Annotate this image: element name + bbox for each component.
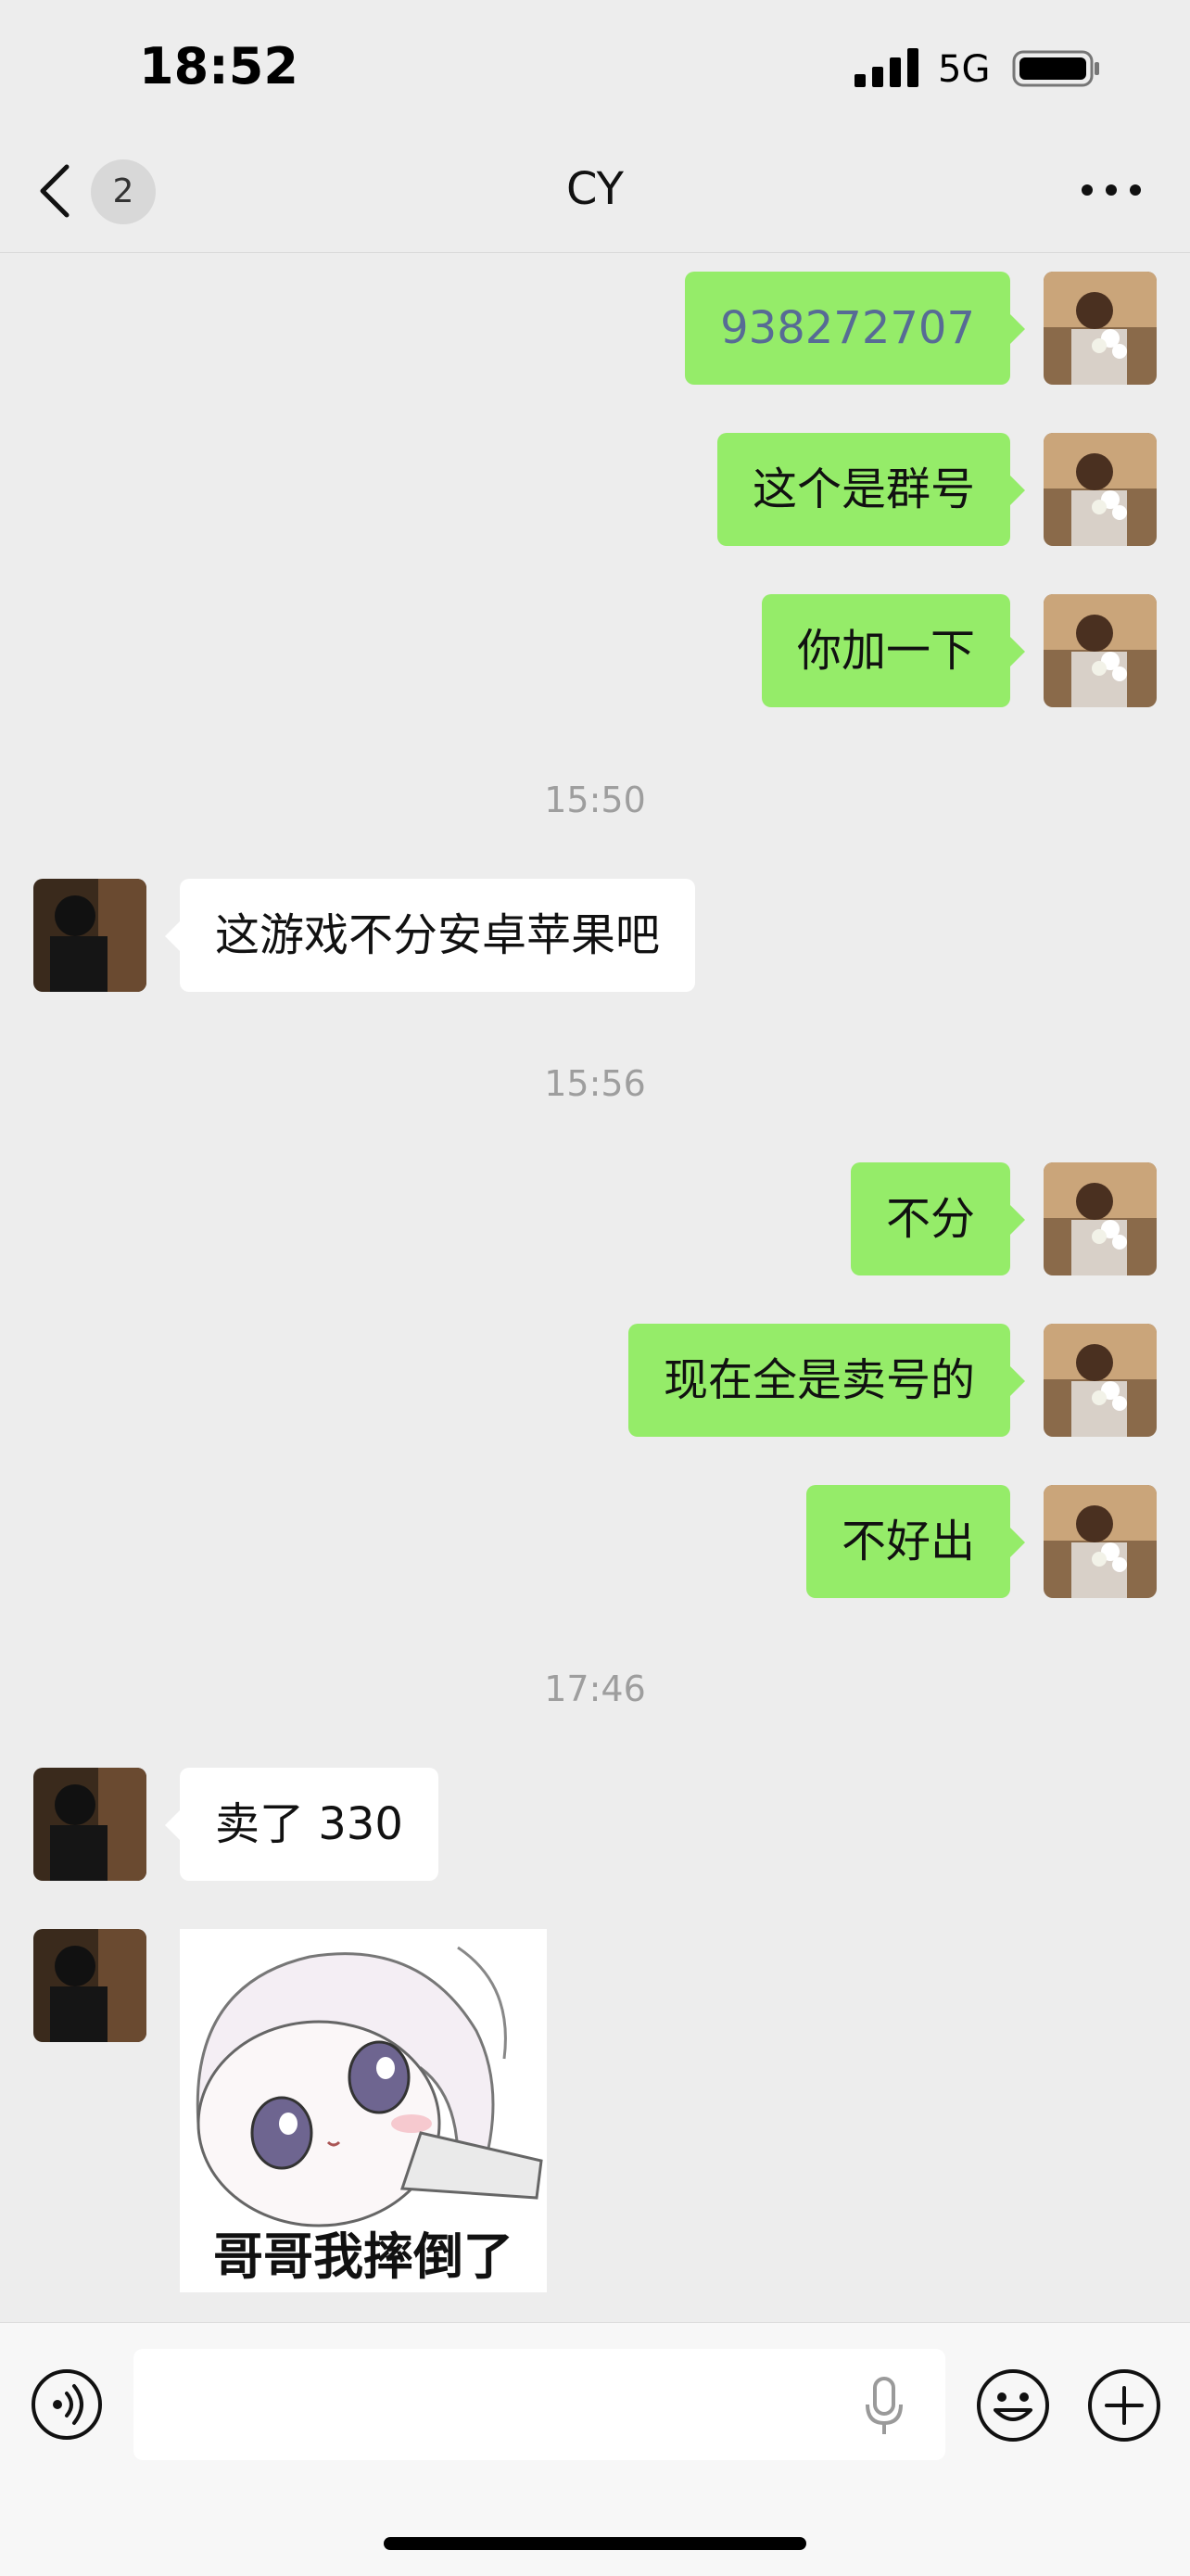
- input-bar: [0, 2322, 1190, 2576]
- signal-icon: [855, 48, 918, 87]
- message-bubble[interactable]: 你加一下: [761, 594, 1026, 707]
- message-row: 不分: [0, 1162, 1190, 1275]
- timestamp: 15:56: [544, 1063, 646, 1104]
- message-row: 卖了 330: [0, 1768, 1190, 1881]
- message-bubble[interactable]: 938272707: [685, 272, 1025, 385]
- message-row: 不好出: [0, 1485, 1190, 1598]
- message-row: 938272707: [0, 272, 1190, 385]
- message-input[interactable]: [133, 2349, 945, 2460]
- avatar[interactable]: [1044, 272, 1157, 385]
- message-row: 现在全是卖号的: [0, 1324, 1190, 1437]
- timestamp: 17:46: [544, 1669, 646, 1709]
- avatar[interactable]: [33, 1768, 146, 1881]
- sticker-caption: 哥哥我摔倒了: [213, 2227, 513, 2286]
- plus-icon[interactable]: [1086, 2367, 1162, 2443]
- message-row: 这游戏不分安卓苹果吧: [0, 879, 1190, 992]
- nav-bar: 2 CY: [0, 139, 1190, 253]
- timestamp: 15:50: [544, 780, 646, 820]
- emoji-icon[interactable]: [975, 2367, 1051, 2443]
- avatar[interactable]: [1044, 1162, 1157, 1275]
- avatar[interactable]: [1044, 433, 1157, 546]
- battery-icon: [1012, 50, 1099, 87]
- avatar[interactable]: [1044, 1324, 1157, 1437]
- mic-icon[interactable]: [862, 2377, 906, 2436]
- message-row: 哥哥我摔倒了: [0, 1929, 1190, 2292]
- message-bubble[interactable]: 这个是群号: [716, 433, 1026, 546]
- avatar[interactable]: [33, 1929, 146, 2042]
- voice-mode-icon[interactable]: [30, 2367, 104, 2442]
- status-time: 18:52: [139, 37, 298, 95]
- more-icon[interactable]: [1079, 176, 1144, 204]
- network-type: 5G: [938, 48, 991, 91]
- message-row: 这个是群号: [0, 433, 1190, 546]
- message-row: 你加一下: [0, 594, 1190, 707]
- avatar[interactable]: [33, 879, 146, 992]
- avatar[interactable]: [1044, 594, 1157, 707]
- message-bubble[interactable]: 现在全是卖号的: [627, 1324, 1026, 1437]
- avatar[interactable]: [1044, 1485, 1157, 1598]
- message-bubble[interactable]: 不分: [850, 1162, 1026, 1275]
- message-bubble[interactable]: 这游戏不分安卓苹果吧: [164, 879, 696, 992]
- page-title: CY: [566, 163, 624, 215]
- status-bar: 18:52 5G: [0, 0, 1190, 139]
- home-indicator[interactable]: [384, 2537, 806, 2550]
- chat-area[interactable]: 938272707 这个是群号 你加一下 15:50 这游戏不分安卓苹果吧 15…: [0, 253, 1190, 2320]
- sticker-image[interactable]: 哥哥我摔倒了: [180, 1929, 547, 2292]
- message-bubble[interactable]: 卖了 330: [165, 1768, 438, 1881]
- message-bubble[interactable]: 不好出: [805, 1485, 1026, 1598]
